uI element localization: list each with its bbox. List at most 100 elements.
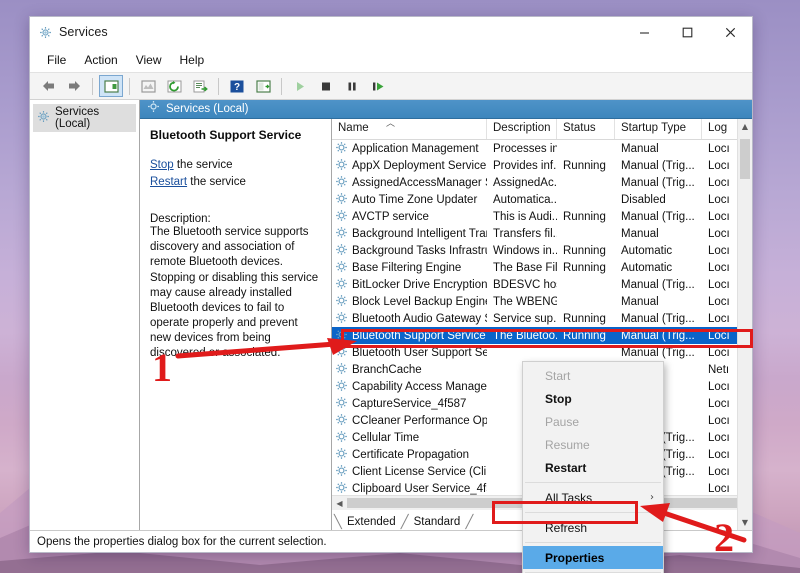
toolbar-separator [218, 77, 219, 95]
service-name-label: Capability Access Manager . [352, 380, 487, 393]
table-row[interactable]: Background Tasks Infrastruc... Windows in… [332, 242, 752, 259]
menu-item-label: Restart [545, 460, 587, 475]
table-row[interactable]: Bluetooth User Support Ser.. Manual (Trig… [332, 344, 752, 361]
table-row[interactable]: AssignedAccessManager Se... AssignedAc...… [332, 174, 752, 191]
service-name-label: Background Intelligent Tran... [352, 227, 487, 240]
service-gear-icon [335, 226, 348, 242]
help-icon[interactable]: ? [225, 75, 249, 97]
stop-service-suffix: the service [173, 158, 233, 171]
table-row[interactable]: Base Filtering Engine The Base Fil... Runn… [332, 259, 752, 276]
menu-item-refresh[interactable]: Refresh [523, 516, 663, 539]
scroll-down-button[interactable]: ▼ [738, 515, 752, 530]
tree-item-services-local[interactable]: Services (Local) [33, 104, 136, 132]
stop-service-line: Stop the service [150, 157, 321, 174]
menu-item-view[interactable]: View [127, 50, 171, 70]
column-header-status[interactable]: Status [557, 119, 615, 139]
cell-name: Auto Time Zone Updater [332, 192, 487, 208]
service-gear-icon [335, 379, 348, 395]
vertical-scroll-thumb[interactable] [740, 139, 750, 179]
menu-item-action[interactable]: Action [75, 50, 126, 70]
service-name-label: CCleaner Performance Opti. [352, 414, 487, 427]
status-bar-text: Opens the properties dialog box for the … [37, 535, 327, 548]
table-row[interactable]: BitLocker Drive Encryption ... BDESVC hos… [332, 276, 752, 293]
minimize-button[interactable] [623, 17, 666, 47]
menu-item-help[interactable]: Help [171, 50, 214, 70]
menu-separator [525, 542, 661, 543]
cell-startup-type: Manual (Trig... [621, 346, 695, 359]
stop-service-link[interactable]: Stop [150, 159, 174, 171]
tab-standard[interactable]: Standard ╱ [405, 514, 474, 530]
table-row[interactable]: Background Intelligent Tran... Transfers … [332, 225, 752, 242]
service-name-label: Clipboard User Service_4f587 [352, 482, 487, 495]
cell-status: Running [563, 159, 606, 172]
service-name-label: Certificate Propagation [352, 448, 469, 461]
menu-item-properties[interactable]: Properties [523, 546, 663, 569]
scroll-up-button[interactable]: ▲ [738, 119, 752, 134]
start-service-icon[interactable] [288, 75, 312, 97]
maximize-button[interactable] [666, 17, 709, 47]
cell-name: Capability Access Manager . [332, 379, 487, 395]
column-header-log-on-as[interactable]: Log [702, 119, 742, 139]
service-gear-icon [335, 141, 348, 157]
chevron-right-icon: › [650, 492, 654, 503]
cell-log-on-as: Locı [708, 329, 730, 342]
cell-startup-type: Automatic [621, 261, 673, 274]
services-gear-icon [39, 26, 52, 39]
tab-extended[interactable]: ╲ Extended ╱ [334, 514, 409, 530]
cell-startup-type: Manual (Trig... [621, 176, 695, 189]
properties-icon[interactable] [188, 75, 212, 97]
menu-item-label: Pause [545, 414, 580, 429]
detail-service-name: Bluetooth Support Service [150, 128, 302, 142]
cell-log-on-as: Locı [708, 142, 730, 155]
forward-arrow-icon[interactable] [62, 75, 86, 97]
refresh-icon[interactable] [162, 75, 186, 97]
menu-item-label: Start [545, 368, 571, 383]
export-list-icon[interactable] [136, 75, 160, 97]
cell-name: Cellular Time [332, 430, 487, 446]
menu-item-restart[interactable]: Restart [523, 456, 663, 479]
cell-name: BitLocker Drive Encryption ... [332, 277, 487, 293]
title-bar[interactable]: Services [30, 17, 752, 47]
show-hide-console-tree-icon[interactable] [99, 75, 123, 97]
table-row[interactable]: AVCTP service This is Audi... Running Manua… [332, 208, 752, 225]
menu-item-label: Refresh [545, 520, 588, 535]
table-row[interactable]: Application Management Processes in... Man… [332, 140, 752, 157]
restart-service-link[interactable]: Restart [150, 176, 187, 188]
vertical-scrollbar[interactable]: ▲ ▼ [737, 119, 752, 530]
restart-service-icon[interactable] [366, 75, 390, 97]
pause-service-icon[interactable] [340, 75, 364, 97]
service-gear-icon [335, 481, 348, 496]
table-row[interactable]: AppX Deployment Service (... Provides inf… [332, 157, 752, 174]
console-tree-pane: Services (Local) [30, 100, 140, 530]
menu-item-all-tasks[interactable]: All Tasks › [523, 486, 663, 509]
cell-description: BDESVC hos... [493, 278, 557, 291]
column-header-description[interactable]: Description [487, 119, 557, 139]
service-gear-icon [335, 311, 348, 327]
cell-log-on-as: Locı [708, 176, 730, 189]
cell-log-on-as: Netı [708, 363, 730, 376]
menu-item-stop[interactable]: Stop [523, 387, 663, 410]
menu-separator [525, 512, 661, 513]
cell-log-on-as: Locı [708, 431, 730, 444]
service-gear-icon [335, 294, 348, 310]
table-row[interactable]: Block Level Backup Engine ... The WBENG..… [332, 293, 752, 310]
annotation-number-2: 2 [714, 515, 734, 560]
menu-item-file[interactable]: File [38, 50, 75, 70]
back-arrow-icon[interactable] [36, 75, 60, 97]
column-header-startup-type[interactable]: Startup Type [615, 119, 702, 139]
service-name-label: AppX Deployment Service (... [352, 159, 487, 172]
table-row[interactable]: Bluetooth Audio Gateway S... Service sup.… [332, 310, 752, 327]
service-gear-icon [335, 413, 348, 429]
cell-description: Automatica... [493, 193, 557, 206]
column-header-name[interactable]: Name ︿ [332, 119, 487, 139]
show-hide-action-pane-icon[interactable] [251, 75, 275, 97]
services-gear-icon [37, 110, 50, 126]
service-gear-icon [335, 447, 348, 463]
table-row[interactable]: Auto Time Zone Updater Automatica... Disab… [332, 191, 752, 208]
tab-extended-label: Extended [347, 516, 396, 528]
service-name-label: BitLocker Drive Encryption ... [352, 278, 487, 291]
table-row[interactable]: Bluetooth Support Service The Bluetoo... R… [332, 327, 752, 344]
stop-service-icon[interactable] [314, 75, 338, 97]
close-button[interactable] [709, 17, 752, 47]
scroll-left-button[interactable]: ◀ [332, 496, 347, 510]
